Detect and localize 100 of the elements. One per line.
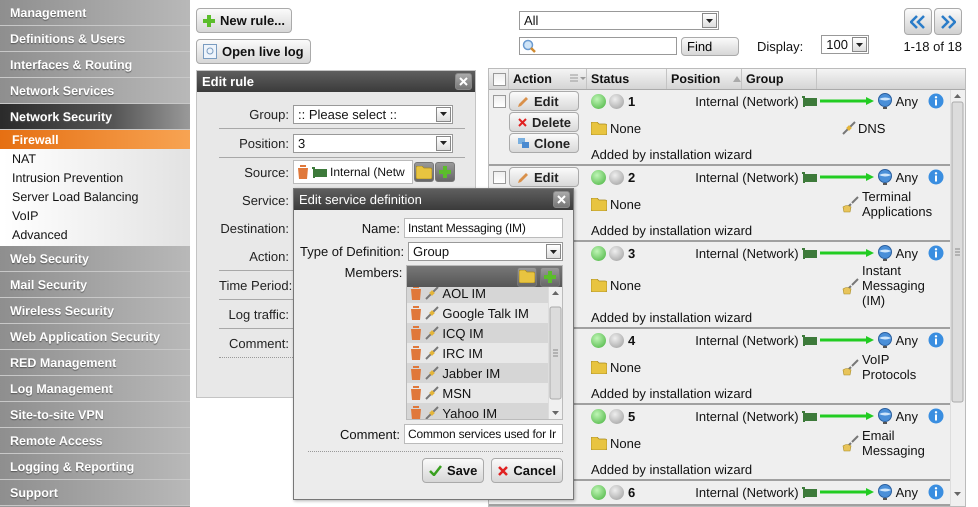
arrow-icon bbox=[820, 488, 874, 496]
clone-button[interactable]: Clone bbox=[509, 133, 579, 153]
comment-field[interactable]: Common services used for Ir bbox=[404, 424, 563, 444]
status-dot bbox=[609, 408, 624, 424]
member-item[interactable]: Yahoo IM bbox=[407, 403, 548, 419]
status-dot[interactable] bbox=[591, 408, 606, 424]
panel-title: Edit rule bbox=[202, 74, 254, 89]
status-dot[interactable] bbox=[591, 170, 606, 184]
rule-number: 6 bbox=[628, 484, 636, 500]
rule-service: DNS bbox=[858, 120, 886, 136]
trash-icon bbox=[410, 366, 422, 380]
cross-icon bbox=[518, 118, 527, 126]
check-icon bbox=[428, 465, 442, 476]
plug-icon bbox=[425, 306, 440, 320]
cross-icon bbox=[498, 466, 508, 476]
status-dot[interactable] bbox=[591, 246, 606, 260]
plug-icon bbox=[425, 366, 440, 380]
rule-group: None bbox=[610, 436, 642, 450]
globe-icon bbox=[876, 93, 893, 109]
folder-icon bbox=[591, 122, 607, 134]
status-dot[interactable] bbox=[591, 94, 606, 108]
sidebar-subitem[interactable]: Server Load Balancing bbox=[0, 187, 190, 206]
cancel-button[interactable]: Cancel bbox=[491, 458, 563, 483]
status-dot bbox=[609, 332, 624, 348]
rule-comment: Added by installation wizard bbox=[591, 147, 754, 162]
rule-source: Internal (Network) bbox=[695, 170, 799, 184]
plug-group-icon bbox=[842, 276, 860, 294]
rule-source: Internal (Network) bbox=[695, 332, 799, 348]
save-button[interactable]: Save bbox=[422, 458, 484, 483]
folder-button[interactable] bbox=[414, 162, 434, 182]
rule-destination: Any bbox=[896, 408, 918, 424]
add-button[interactable] bbox=[540, 266, 560, 286]
member-item[interactable]: Google Talk IM bbox=[407, 303, 548, 323]
object-field[interactable]: Internal (Netw bbox=[293, 160, 413, 184]
row-checkbox[interactable] bbox=[493, 171, 506, 184]
sidebar-subitem[interactable]: VoIP bbox=[0, 206, 190, 225]
info-icon bbox=[928, 169, 944, 185]
filter-select[interactable]: All bbox=[519, 11, 719, 30]
edit-button[interactable]: Edit bbox=[509, 167, 579, 187]
plus-icon bbox=[203, 14, 215, 26]
name-field[interactable]: Instant Messaging (IM) bbox=[404, 218, 563, 238]
field-label: Name: bbox=[360, 220, 400, 236]
sidebar-subitem[interactable]: Intrusion Prevention bbox=[0, 168, 190, 187]
previous-button[interactable] bbox=[904, 8, 932, 35]
column-header[interactable]: Position bbox=[667, 69, 742, 89]
field-label: Type of Definition: bbox=[300, 244, 404, 259]
live-log-button[interactable]: Open live log bbox=[196, 39, 311, 64]
select-field[interactable]: :: Please select :: bbox=[293, 104, 453, 124]
rule-source: Internal (Network) bbox=[695, 408, 799, 424]
close-button[interactable] bbox=[455, 73, 472, 90]
status-dot[interactable] bbox=[591, 484, 606, 500]
sidebar-subitem[interactable]: NAT bbox=[0, 149, 190, 168]
rule-comment: Added by installation wizard bbox=[591, 310, 754, 325]
folder-button[interactable] bbox=[517, 266, 537, 286]
type-select[interactable]: Group bbox=[408, 242, 563, 261]
close-icon bbox=[557, 195, 566, 204]
new-rule-button[interactable]: New rule... bbox=[196, 8, 292, 33]
sidebar-item[interactable]: Network Security bbox=[0, 104, 190, 130]
column-header[interactable]: Group bbox=[742, 69, 817, 89]
trash-icon bbox=[410, 326, 422, 340]
delete-button[interactable]: Delete bbox=[509, 112, 579, 132]
member-item[interactable]: AOL IM bbox=[407, 287, 548, 303]
field-label: Action: bbox=[248, 248, 289, 264]
plus-icon bbox=[544, 270, 556, 282]
folder-icon bbox=[416, 166, 432, 178]
column-header[interactable]: Status bbox=[587, 69, 667, 89]
row-checkbox[interactable] bbox=[493, 95, 506, 108]
caret-icon bbox=[706, 18, 713, 22]
plug-group-icon bbox=[842, 434, 860, 452]
double-chevron-right-icon bbox=[940, 14, 956, 28]
member-item[interactable]: MSN bbox=[407, 383, 548, 403]
add-button[interactable] bbox=[435, 162, 455, 182]
sidebar-subitem[interactable]: Advanced bbox=[0, 225, 190, 244]
copy-icon bbox=[518, 138, 529, 148]
column-header[interactable]: Action bbox=[509, 69, 587, 89]
rule-number: 2 bbox=[628, 170, 636, 184]
select-field[interactable]: 3 bbox=[293, 134, 453, 152]
rule-source: Internal (Network) bbox=[695, 484, 799, 500]
checkbox[interactable] bbox=[493, 72, 506, 86]
member-item[interactable]: Jabber IM bbox=[407, 363, 548, 383]
info-icon bbox=[928, 332, 944, 348]
field-label: Members: bbox=[344, 265, 402, 280]
plug-group-icon bbox=[842, 195, 860, 213]
caret-icon bbox=[550, 250, 557, 254]
page-size-select[interactable]: 100 bbox=[821, 35, 870, 54]
rule-destination: Any bbox=[896, 170, 918, 184]
arrow-icon bbox=[820, 249, 874, 257]
plug-icon bbox=[425, 326, 440, 340]
status-dot[interactable] bbox=[591, 332, 606, 348]
rule-service: Email Messaging bbox=[862, 428, 926, 458]
find-button[interactable]: Find bbox=[681, 37, 739, 56]
edit-button[interactable]: Edit bbox=[509, 91, 579, 111]
member-item[interactable]: ICQ IM bbox=[407, 323, 548, 343]
rule-number: 4 bbox=[628, 332, 636, 348]
info-icon bbox=[928, 93, 944, 109]
info-icon bbox=[928, 484, 944, 500]
member-item[interactable]: IRC IM bbox=[407, 343, 548, 363]
next-button[interactable] bbox=[934, 8, 962, 35]
close-button[interactable] bbox=[553, 191, 570, 208]
search-field[interactable] bbox=[519, 37, 677, 55]
